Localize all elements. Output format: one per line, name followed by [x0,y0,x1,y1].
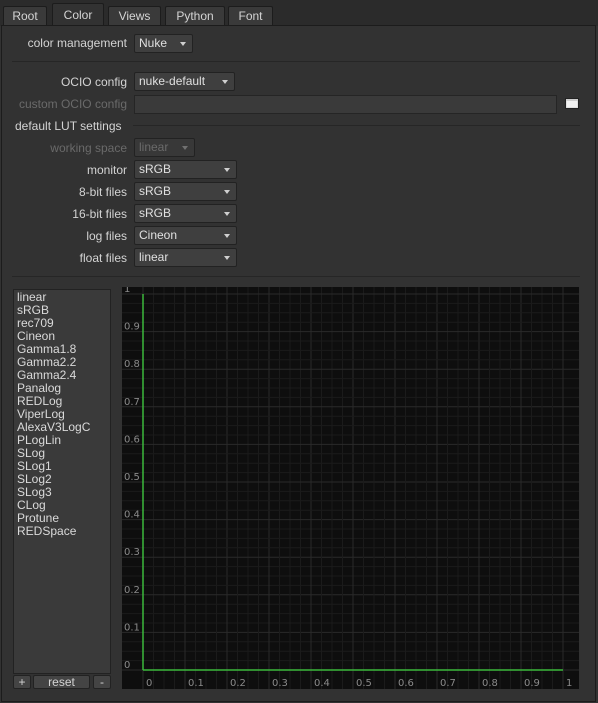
divider [133,125,580,126]
x-tick-label: 0.9 [524,678,540,689]
tab-color[interactable]: Color [52,3,104,27]
x-tick-label: 0.4 [314,678,330,689]
log-files-label: log files [86,229,127,243]
ocio-config-label: OCIO config [60,75,127,89]
chevron-down-icon [222,80,228,84]
chevron-down-icon [224,212,230,216]
x-tick-label: 0 [146,678,152,689]
add-lut-button[interactable]: + [13,675,31,689]
monitor-dropdown[interactable]: sRGB [134,160,237,179]
16bit-files-label: 16-bit files [72,207,127,221]
divider [12,61,580,62]
y-tick-label: 0.9 [124,322,140,333]
ocio-config-value: nuke-default [139,74,206,88]
lut-curve-chart: 0 0.1 0.2 0.3 0.4 0.5 0.6 0.7 0.8 0.9 1 0 0.1 0.2 0.3 0… [122,287,579,689]
x-tick-label: 0.7 [440,678,456,689]
x-tick-label: 1 [566,678,572,689]
monitor-label: monitor [86,163,127,177]
y-tick-label: 0 [124,660,130,671]
y-tick-label: 0.4 [124,510,140,521]
default-lut-settings-heading: default LUT settings [15,119,122,133]
chevron-down-icon [224,190,230,194]
divider [12,276,580,277]
log-files-dropdown[interactable]: Cineon [134,226,237,245]
y-tick-label: 0.1 [124,622,140,633]
working-space-label: working space [50,141,127,155]
working-space-dropdown[interactable]: linear [134,138,195,157]
y-tick-label: 0.8 [124,359,140,370]
tab-python[interactable]: Python [165,6,225,26]
8bit-files-dropdown[interactable]: sRGB [134,182,237,201]
float-files-value: linear [139,250,169,264]
16bit-files-value: sRGB [139,206,172,220]
chevron-down-icon [224,256,230,260]
y-tick-label: 0.6 [124,434,140,445]
remove-lut-button[interactable]: - [93,675,111,689]
x-tick-label: 0.1 [188,678,204,689]
x-tick-label: 0.3 [272,678,288,689]
8bit-files-value: sRGB [139,184,172,198]
x-tick-label: 0.2 [230,678,246,689]
float-files-dropdown[interactable]: linear [134,248,237,267]
x-tick-label: 0.6 [398,678,414,689]
working-space-value: linear [139,140,169,154]
tab-font[interactable]: Font [228,6,273,26]
x-tick-label: 0.8 [482,678,498,689]
chevron-down-icon [180,42,186,46]
16bit-files-dropdown[interactable]: sRGB [134,204,237,223]
y-tick-label: 1 [124,287,130,295]
color-management-dropdown[interactable]: Nuke [134,34,193,53]
float-files-label: float files [79,251,127,265]
tab-root[interactable]: Root [3,6,47,26]
lut-curve-graph[interactable]: 0 0.1 0.2 0.3 0.4 0.5 0.6 0.7 0.8 0.9 1 0 0.1 0.2 0.3 0… [122,287,579,689]
folder-icon[interactable] [565,97,579,109]
chevron-down-icon [182,146,188,150]
color-management-label: color management [27,36,127,50]
8bit-files-label: 8-bit files [78,185,127,199]
monitor-value: sRGB [139,162,172,176]
list-item[interactable]: REDSpace [14,525,110,538]
custom-ocio-config-field[interactable] [134,95,557,114]
y-tick-label: 0.2 [124,585,140,596]
x-tick-label: 0.5 [356,678,372,689]
chevron-down-icon [224,168,230,172]
log-files-value: Cineon [139,228,178,242]
custom-ocio-config-label: custom OCIO config [18,97,127,111]
tab-views[interactable]: Views [108,6,161,26]
lut-list[interactable]: linear sRGB rec709 Cineon Gamma1.8 Gamma2.2 Ga… [13,289,111,674]
tab-bar: Root Color Views Python Font [0,0,598,27]
y-tick-label: 0.7 [124,397,140,408]
y-tick-label: 0.3 [124,547,140,558]
reset-lut-button[interactable]: reset [33,675,90,689]
color-management-value: Nuke [139,36,168,50]
chevron-down-icon [224,234,230,238]
y-tick-label: 0.5 [124,472,140,483]
ocio-config-dropdown[interactable]: nuke-default [134,72,235,91]
